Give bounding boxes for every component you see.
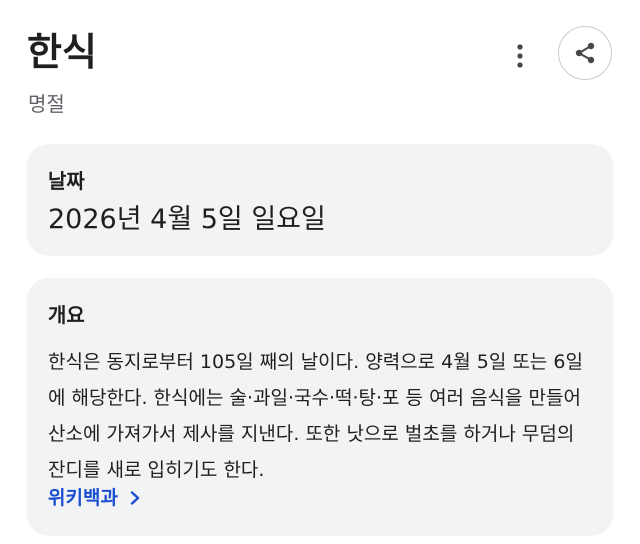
more-options-button[interactable] — [500, 34, 540, 78]
more-vert-icon — [517, 44, 523, 68]
overview-label: 개요 — [48, 303, 85, 327]
date-value: 2026년 4월 5일 일요일 — [48, 204, 326, 235]
wikipedia-source-link[interactable]: 위키백과 — [48, 483, 142, 513]
chevron-right-icon — [130, 491, 140, 505]
overview-card: 개요 한식은 동지로부터 105일 째의 날이다. 양력으로 4월 5일 또는 … — [27, 278, 613, 536]
share-button[interactable] — [558, 26, 612, 80]
date-card: 날짜 2026년 4월 5일 일요일 — [27, 144, 613, 256]
date-label: 날짜 — [48, 169, 85, 193]
source-link-label: 위키백과 — [48, 487, 118, 509]
overview-text: 한식은 동지로부터 105일 째의 날이다. 양력으로 4월 5일 또는 6일에… — [48, 351, 583, 481]
share-icon — [575, 42, 595, 64]
knowledge-panel-header: 한식 명절 — [0, 0, 640, 140]
page-subtitle: 명절 — [28, 92, 65, 116]
page-title: 한식 — [27, 30, 97, 74]
